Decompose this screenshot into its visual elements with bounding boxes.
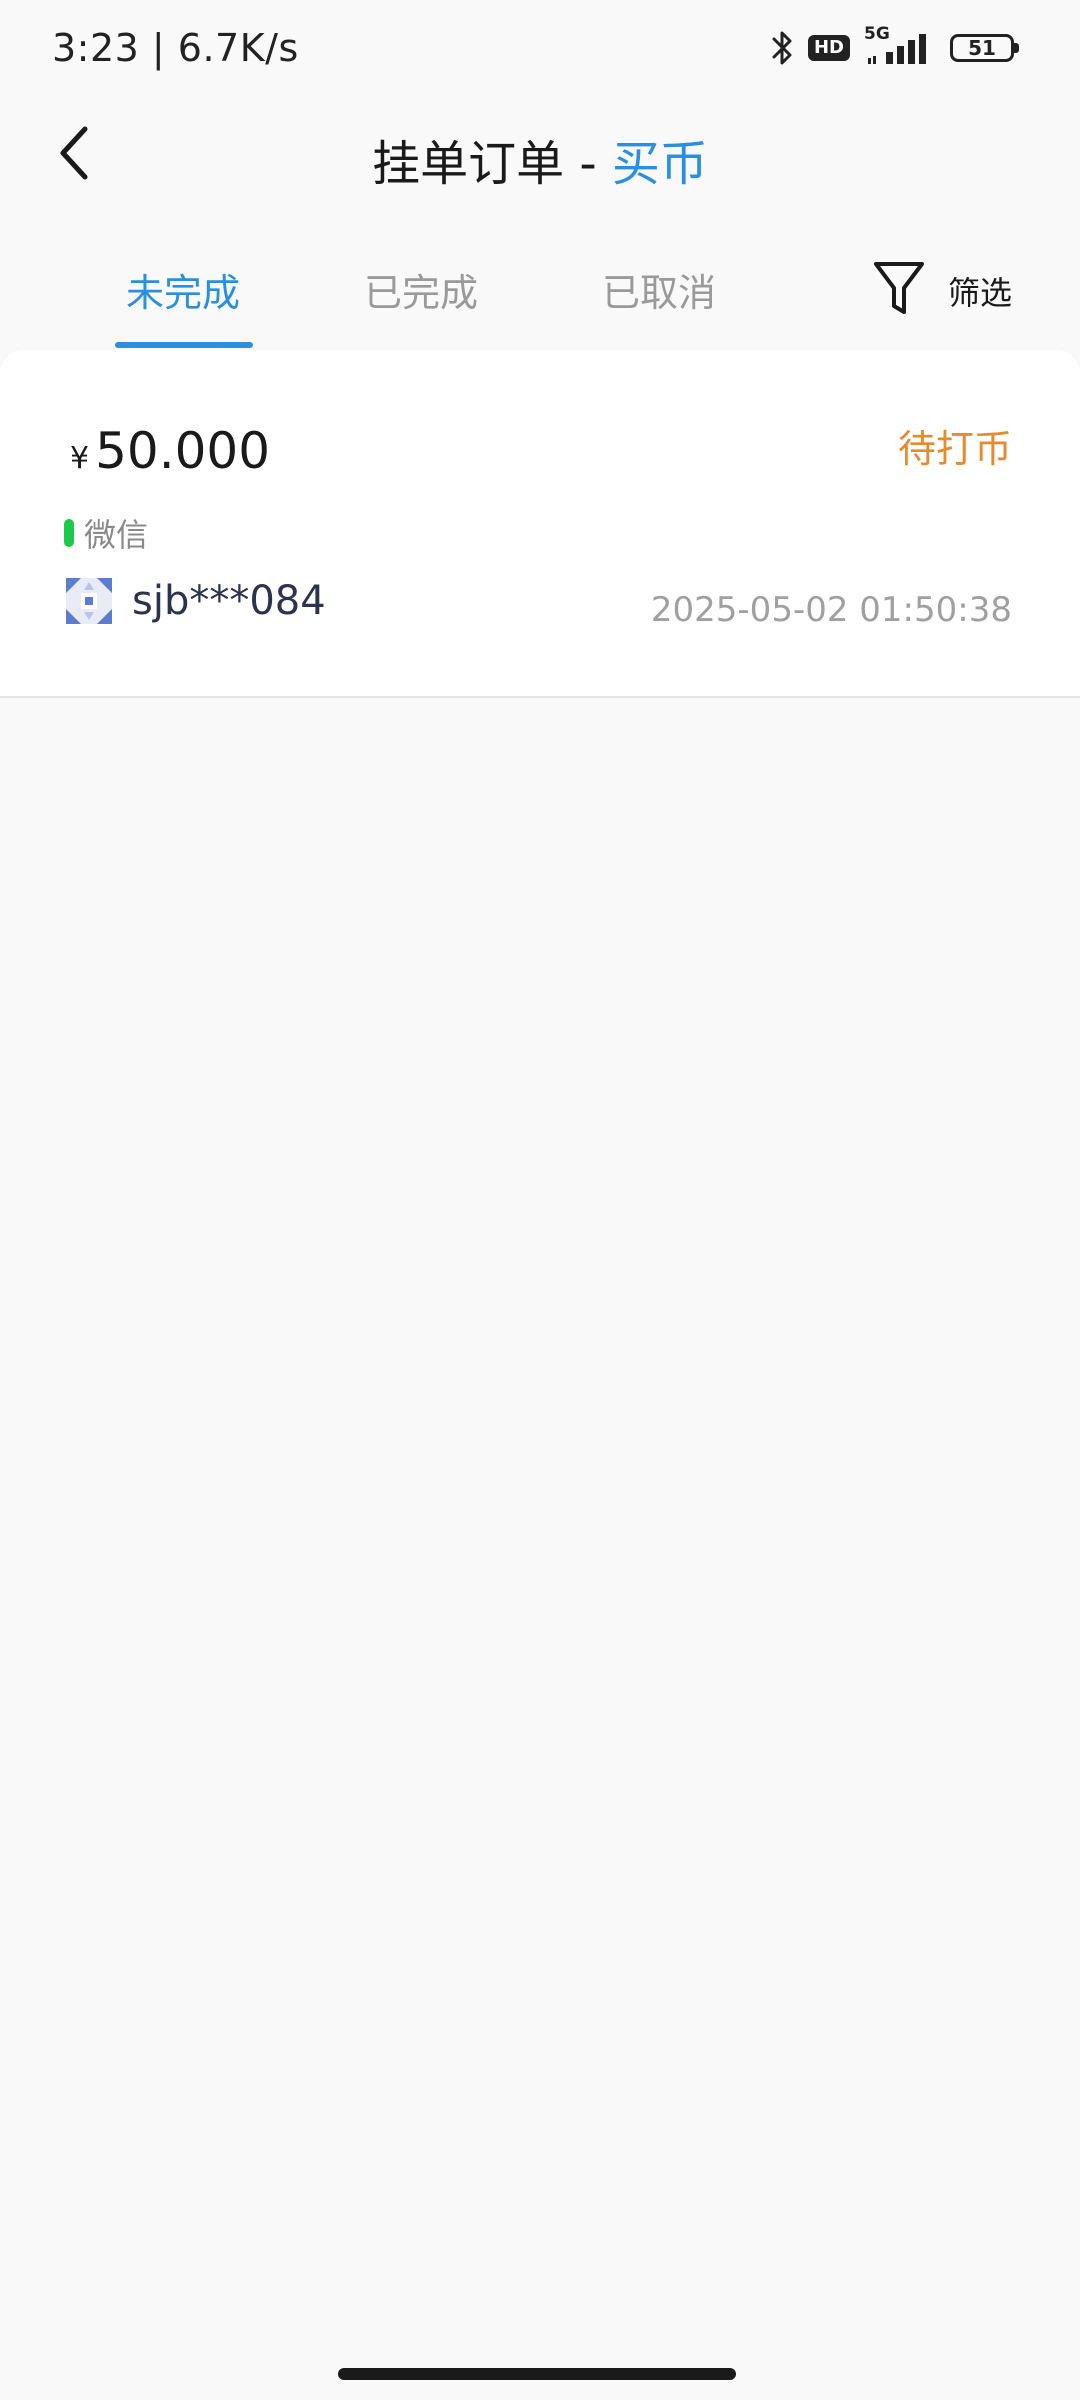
tab-incomplete[interactable]: 未完成 <box>126 262 240 317</box>
filter-button[interactable]: 筛选 <box>872 260 1012 322</box>
filter-label: 筛选 <box>947 274 1012 312</box>
order-status: 待打币 <box>897 427 1012 471</box>
signal-5g-icon: 5G <box>864 24 936 68</box>
status-time-speed: 3:23 | 6.7K/s <box>52 26 299 70</box>
username: sjb***084 <box>132 578 326 624</box>
tab-cancelled[interactable]: 已取消 <box>602 262 716 317</box>
wechat-indicator <box>64 519 74 547</box>
order-amount: ¥ 50.000 <box>70 422 270 480</box>
status-bar: 3:23 | 6.7K/s HD 5G 51 <box>0 0 1080 96</box>
page-title: 挂单订单 - 买币 <box>0 124 1080 194</box>
hd-badge: HD <box>807 35 850 61</box>
tab-completed[interactable]: 已完成 <box>364 262 478 317</box>
payment-method: 微信 <box>64 510 148 556</box>
page-title-accent: 买币 <box>611 136 708 192</box>
page-title-main: 挂单订单 - <box>372 136 612 192</box>
amount-value: 50.000 <box>95 422 271 480</box>
status-icons: HD 5G 51 <box>770 24 1019 68</box>
home-indicator[interactable] <box>338 2368 736 2380</box>
filter-icon <box>872 260 926 322</box>
battery-level: 51 <box>968 36 996 60</box>
order-user: sjb***084 <box>64 576 326 626</box>
currency-symbol: ¥ <box>70 441 90 476</box>
payment-label: 微信 <box>84 516 149 554</box>
bluetooth-icon <box>770 29 794 67</box>
battery-icon: 51 <box>950 34 1019 62</box>
avatar <box>64 576 114 626</box>
order-timestamp: 2025-05-02 01:50:38 <box>650 590 1012 630</box>
app-header: 挂单订单 - 买币 <box>0 110 1080 200</box>
active-tab-indicator <box>115 342 253 348</box>
order-card[interactable]: ¥ 50.000 待打币 微信 sjb***084 2025-05-02 01:… <box>0 350 1080 698</box>
order-tabs: 未完成 已完成 已取消 筛选 <box>0 248 1080 352</box>
